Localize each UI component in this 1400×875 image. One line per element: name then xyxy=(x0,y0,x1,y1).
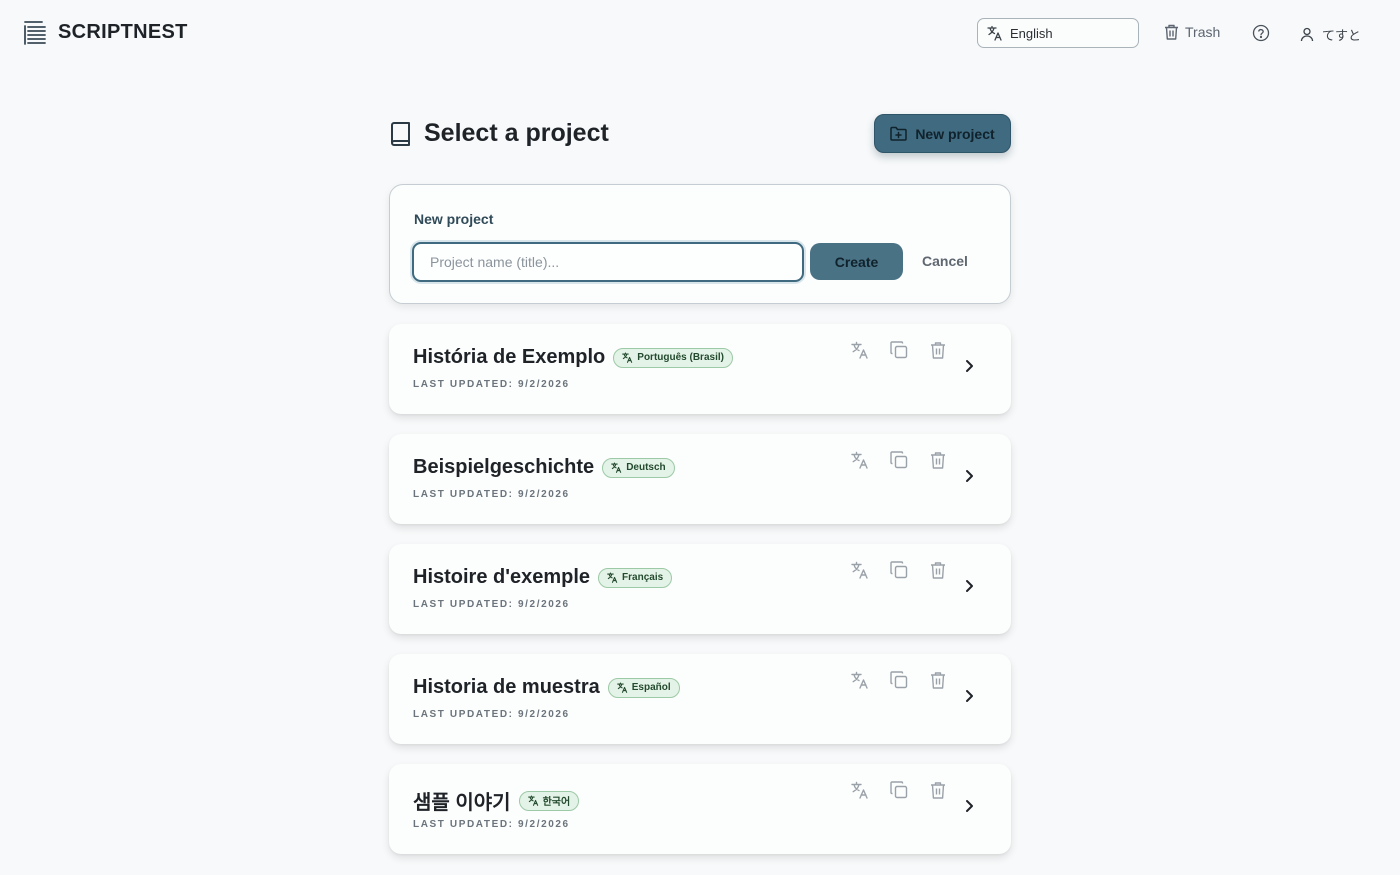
language-badge: Português (Brasil) xyxy=(613,347,733,368)
chevron-right-icon[interactable] xyxy=(962,798,976,814)
chevron-right-icon[interactable] xyxy=(962,688,976,704)
app-name: SCRIPTNEST xyxy=(58,20,188,43)
page-header: Select a project New project xyxy=(389,114,1011,154)
user-icon xyxy=(1300,27,1314,42)
project-card[interactable]: Histoire d'exemple Français LAST UPDATED… xyxy=(389,544,1011,634)
copy-icon[interactable] xyxy=(890,341,908,359)
copy-icon[interactable] xyxy=(890,561,908,579)
trash-icon[interactable] xyxy=(929,451,947,469)
project-title: 샘플 이야기 xyxy=(413,792,511,814)
chevron-right-icon[interactable] xyxy=(962,358,976,374)
trash-icon[interactable] xyxy=(929,561,947,579)
page-title: Select a project xyxy=(424,119,609,147)
copy-icon[interactable] xyxy=(890,671,908,689)
language-badge: Deutsch xyxy=(602,457,675,478)
translate-icon[interactable] xyxy=(851,451,869,469)
user-name: てすと xyxy=(1322,28,1362,43)
translate-icon[interactable] xyxy=(851,561,869,579)
language-badge: Français xyxy=(598,567,673,588)
last-updated: LAST UPDATED: 9/2/2026 xyxy=(413,819,570,830)
language-badge-label: Deutsch xyxy=(626,462,666,473)
translate-icon xyxy=(527,795,538,806)
trash-icon[interactable] xyxy=(929,341,947,359)
translate-icon xyxy=(987,25,1002,41)
project-title: Historia de muestra xyxy=(413,676,600,698)
language-select[interactable]: English xyxy=(977,18,1139,48)
trash-link[interactable]: Trash xyxy=(1164,24,1220,40)
folder-plus-icon xyxy=(890,126,908,141)
project-card[interactable]: História de Exemplo Português (Brasil) L… xyxy=(389,324,1011,414)
project-name-input[interactable] xyxy=(412,242,804,282)
translate-icon xyxy=(607,572,618,583)
last-updated: LAST UPDATED: 9/2/2026 xyxy=(413,379,570,390)
copy-icon[interactable] xyxy=(890,451,908,469)
last-updated: LAST UPDATED: 9/2/2026 xyxy=(413,709,570,720)
list-lines-icon xyxy=(24,21,46,45)
language-badge-label: 한국어 xyxy=(542,797,571,808)
translate-icon xyxy=(622,352,633,363)
new-project-button[interactable]: New project xyxy=(874,114,1011,153)
question-circle-icon[interactable] xyxy=(1252,24,1270,42)
trash-label: Trash xyxy=(1185,24,1221,40)
project-title: Beispielgeschichte xyxy=(413,456,595,478)
create-button[interactable]: Create xyxy=(810,243,903,280)
language-badge-label: Français xyxy=(622,572,664,583)
translate-icon[interactable] xyxy=(851,671,869,689)
cancel-button[interactable]: Cancel xyxy=(922,253,968,269)
chevron-right-icon[interactable] xyxy=(962,578,976,594)
project-card[interactable]: Historia de muestra Español LAST UPDATED… xyxy=(389,654,1011,744)
chevron-right-icon[interactable] xyxy=(962,468,976,484)
translate-icon[interactable] xyxy=(851,781,869,799)
new-project-button-label: New project xyxy=(915,125,995,142)
project-title: Histoire d'exemple xyxy=(413,566,591,588)
project-title: História de Exemplo xyxy=(413,346,606,368)
last-updated: LAST UPDATED: 9/2/2026 xyxy=(413,489,570,500)
book-icon xyxy=(391,122,410,146)
project-card[interactable]: 샘플 이야기 한국어 LAST UPDATED: 9/2/2026 xyxy=(389,764,1011,854)
trash-icon xyxy=(1165,24,1178,40)
user-menu[interactable]: てすと xyxy=(1300,25,1361,44)
last-updated: LAST UPDATED: 9/2/2026 xyxy=(413,599,570,610)
brand[interactable]: SCRIPTNEST xyxy=(24,19,188,45)
translate-icon xyxy=(616,682,627,693)
language-badge: Español xyxy=(607,677,680,698)
translate-icon xyxy=(611,462,622,473)
copy-icon[interactable] xyxy=(890,781,908,799)
top-bar: SCRIPTNEST English Trash てすと xyxy=(0,0,1400,66)
trash-icon[interactable] xyxy=(929,671,947,689)
language-select-value: English xyxy=(1010,25,1053,41)
language-badge: 한국어 xyxy=(518,790,580,811)
trash-icon[interactable] xyxy=(929,781,947,799)
language-badge-label: Español xyxy=(631,682,671,693)
translate-icon[interactable] xyxy=(851,341,869,359)
new-project-form-label: New project xyxy=(414,211,494,227)
new-project-form: New project Create Cancel xyxy=(389,184,1011,304)
project-card[interactable]: Beispielgeschichte Deutsch LAST UPDATED:… xyxy=(389,434,1011,524)
language-badge-label: Português (Brasil) xyxy=(637,352,724,363)
